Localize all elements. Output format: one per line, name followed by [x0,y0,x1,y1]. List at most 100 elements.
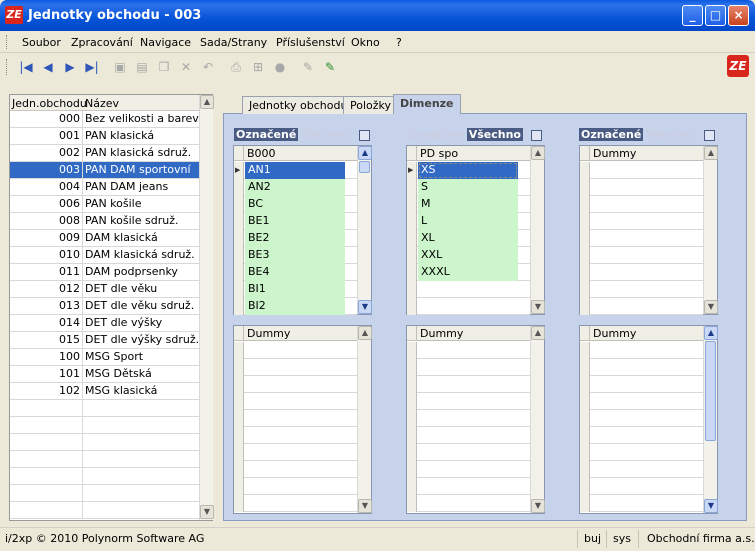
tab-dimenze[interactable]: Dimenze [393,94,461,114]
list-item[interactable]: BE1 [234,213,357,230]
grid-column-header[interactable]: B000 [247,147,276,160]
list-item[interactable] [234,342,357,359]
scroll-up-button[interactable]: ▲ [531,326,545,340]
delete-icon[interactable]: ✕ [178,59,194,75]
list-item[interactable]: ▶ XS [407,162,530,179]
table-row[interactable]: 101 MSG Dětská [10,366,200,383]
header-jedn-obchodu[interactable]: Jedn.obchodu [12,97,87,110]
filter-marked[interactable]: Označené [579,128,644,141]
list-item[interactable] [234,393,357,410]
highlight-icon[interactable]: ✎ [322,59,338,75]
grid-scrollbar[interactable]: ▲ ▼ [703,146,718,314]
panel-settings-icon[interactable] [531,130,542,141]
table-row[interactable]: 014 DET dle výšky [10,315,200,332]
filter-all[interactable]: Všechno [298,128,351,141]
grid-column-header[interactable]: Dummy [593,147,636,160]
list-item[interactable] [407,298,530,315]
left-grid-scrollbar[interactable]: ▲ ▼ [199,95,214,520]
filter-marked[interactable]: Označené [406,128,467,141]
grid-scrollbar[interactable]: ▲ ▼ [530,146,545,314]
list-item[interactable] [580,427,703,444]
list-item[interactable] [580,281,703,298]
table-row[interactable] [10,502,200,519]
list-item[interactable]: AN2 [234,179,357,196]
table-row[interactable]: 006 PAN košile [10,196,200,213]
table-row[interactable] [10,417,200,434]
scroll-down-button[interactable]: ▼ [358,300,372,314]
list-item[interactable] [580,213,703,230]
table-row[interactable]: 012 DET dle věku [10,281,200,298]
list-item[interactable] [580,179,703,196]
list-item[interactable]: XXXL [407,264,530,281]
list-item[interactable] [580,478,703,495]
grid-column-header[interactable]: Dummy [593,327,636,340]
list-item[interactable]: XL [407,230,530,247]
table-row[interactable] [10,400,200,417]
table-row[interactable] [10,468,200,485]
list-item[interactable] [407,461,530,478]
list-item[interactable] [580,247,703,264]
scroll-up-button[interactable]: ▲ [358,146,372,160]
list-item[interactable] [234,495,357,512]
app-logo-icon[interactable]: ZE [5,6,23,24]
list-item[interactable] [234,376,357,393]
scroll-up-button[interactable]: ▲ [704,146,718,160]
last-record-icon[interactable]: ▶| [84,59,100,75]
panel-settings-icon[interactable] [359,130,370,141]
list-item[interactable] [234,410,357,427]
list-item[interactable] [580,410,703,427]
list-item[interactable] [580,162,703,179]
tree-icon[interactable]: ⊞ [250,59,266,75]
table-row[interactable] [10,451,200,468]
table-row[interactable]: 015 DET dle výšky sdruž. [10,332,200,349]
list-item[interactable]: M [407,196,530,213]
new-icon[interactable]: ▤ [134,59,150,75]
scroll-down-button[interactable]: ▼ [704,300,718,314]
scroll-down-button[interactable]: ▼ [200,505,214,519]
close-button[interactable]: × [728,5,749,26]
table-row[interactable]: 004 PAN DAM jeans [10,179,200,196]
table-row[interactable]: 011 DAM podprsenky [10,264,200,281]
grid-scrollbar[interactable]: ▲ ▼ [703,326,718,513]
list-item[interactable]: BE4 [234,264,357,281]
list-item[interactable]: XXL [407,247,530,264]
list-item[interactable] [580,264,703,281]
grid-scrollbar[interactable]: ▲ ▼ [357,326,372,513]
tab-jednotky-obchodu[interactable]: Jednotky obchodu [242,96,355,114]
table-row[interactable] [10,485,200,502]
stop-icon[interactable]: ● [272,59,288,75]
table-row[interactable]: 010 DAM klasická sdruž. [10,247,200,264]
filter-all[interactable]: Všechno [466,128,523,141]
list-item[interactable] [580,196,703,213]
scroll-down-button[interactable]: ▼ [704,499,718,513]
panel-settings-icon[interactable] [704,130,715,141]
list-item[interactable]: BE3 [234,247,357,264]
grid-column-header[interactable]: PD spo [420,147,458,160]
scroll-thumb[interactable] [359,161,370,173]
grid-scrollbar[interactable]: ▲ ▼ [357,146,372,314]
filter-all[interactable]: Všechno [643,128,696,141]
scroll-down-button[interactable]: ▼ [531,300,545,314]
first-record-icon[interactable]: |◀ [18,59,34,75]
list-item[interactable] [580,444,703,461]
list-item[interactable]: BC [234,196,357,213]
menu-okno[interactable]: Okno [351,36,380,49]
list-item[interactable] [234,427,357,444]
list-item[interactable] [407,444,530,461]
list-item[interactable] [580,342,703,359]
tab-polozky[interactable]: Položky [343,96,399,114]
scroll-down-button[interactable]: ▼ [358,499,372,513]
list-item[interactable] [407,342,530,359]
table-row[interactable]: 008 PAN košile sdruž. [10,213,200,230]
list-item[interactable] [234,359,357,376]
list-item[interactable]: BI2 [234,298,357,315]
list-item[interactable]: S [407,179,530,196]
grid-column-header[interactable]: Dummy [420,327,463,340]
grid-scrollbar[interactable]: ▲ ▼ [530,326,545,513]
list-item[interactable] [407,410,530,427]
list-item[interactable] [580,376,703,393]
save-icon[interactable]: ▣ [112,59,128,75]
list-item[interactable] [234,461,357,478]
list-item[interactable] [580,393,703,410]
menu-soubor[interactable]: Soubor [22,36,61,49]
